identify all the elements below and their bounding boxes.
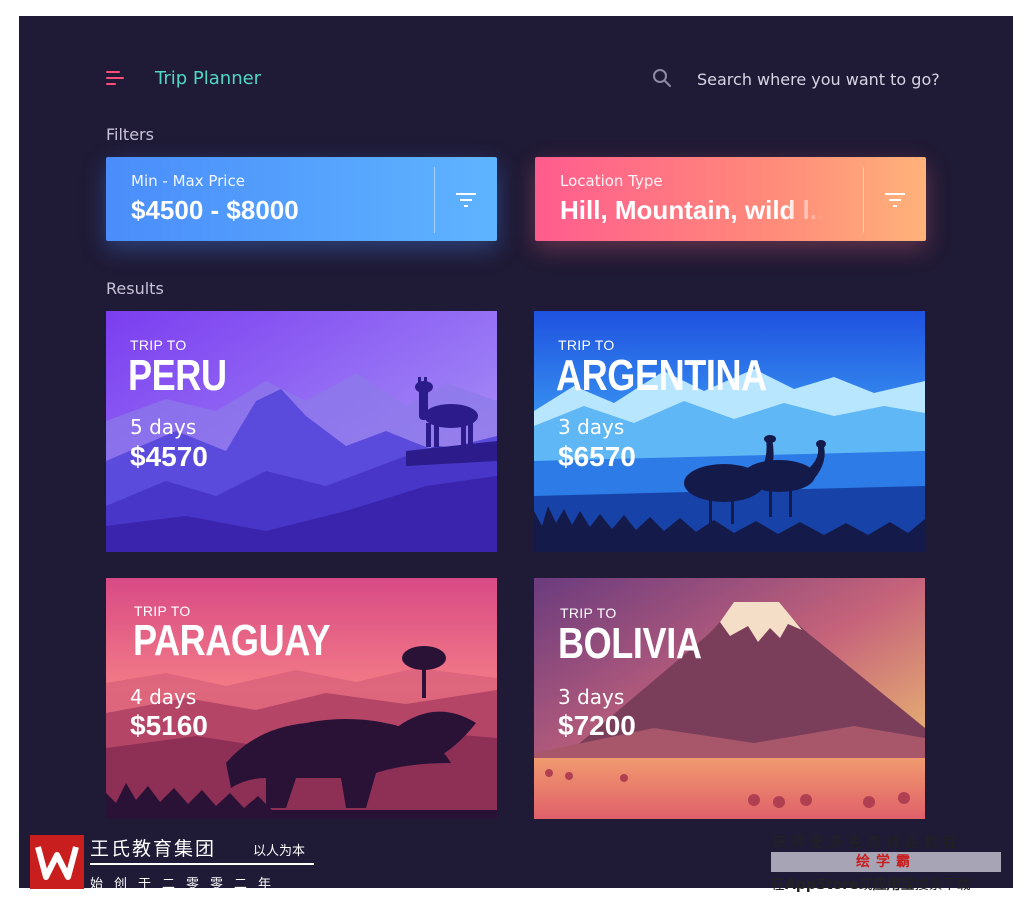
trip-duration: 5 days xyxy=(130,415,197,439)
trip-card-paraguay[interactable]: TRIP TO PARAGUAY 4 days $5160 xyxy=(106,578,497,819)
country-name: PERU xyxy=(128,351,227,400)
trip-price: $4570 xyxy=(130,441,208,472)
location-type-filter[interactable]: Location Type Hill, Mountain, wild l.. xyxy=(535,157,926,241)
watermark-rule xyxy=(90,863,314,865)
trip-price: $5160 xyxy=(130,710,208,741)
trip-card-argentina[interactable]: TRIP TO ARGENTINA 3 days $6570 xyxy=(534,311,925,552)
results-heading: Results xyxy=(106,279,164,298)
trip-card-peru[interactable]: TRIP TO PERU 5 days $4570 xyxy=(106,311,497,552)
filter-divider xyxy=(434,167,435,233)
watermark-motto: 以人为本 xyxy=(253,844,306,859)
filter-divider xyxy=(863,167,864,233)
location-filter-value: Hill, Mountain, wild l.. xyxy=(560,195,825,225)
logo xyxy=(30,835,84,889)
trip-price: $6570 xyxy=(558,441,636,472)
country-name: PARAGUAY xyxy=(133,616,331,665)
trip-card-bolivia[interactable]: TRIP TO BOLIVIA 3 days $7200 xyxy=(534,578,925,819)
menu-icon[interactable] xyxy=(106,71,124,85)
watermark-left: 王氏教育集团 以人为本 始创于二零零二年 xyxy=(30,835,320,895)
app-title: Trip Planner xyxy=(155,68,262,89)
trip-duration: 3 days xyxy=(558,415,625,439)
trip-price: $7200 xyxy=(558,710,636,741)
country-name: BOLIVIA xyxy=(558,619,702,668)
trip-planner-app: Trip Planner Filters Min - Max Price $45… xyxy=(19,16,1013,888)
location-filter-label: Location Type xyxy=(560,172,663,190)
watermark-promo: 获得更多免费精品教程 xyxy=(772,835,962,851)
price-filter[interactable]: Min - Max Price $4500 - $8000 xyxy=(106,157,497,241)
filter-icon[interactable] xyxy=(456,193,476,207)
watermark-subtitle: 始创于二零零二年 xyxy=(90,877,283,892)
trip-duration: 3 days xyxy=(558,685,625,709)
price-filter-value: $4500 - $8000 xyxy=(131,195,299,225)
filter-icon[interactable] xyxy=(885,193,905,207)
search-input[interactable] xyxy=(697,68,947,90)
search-icon[interactable] xyxy=(652,68,672,88)
country-name: ARGENTINA xyxy=(556,351,767,400)
watermark-brand: 绘学霸 xyxy=(771,852,1001,872)
watermark-right: 获得更多免费精品教程 绘学霸 在AppStore或应用宝搜索下载 xyxy=(770,832,1006,893)
filters-heading: Filters xyxy=(106,125,154,144)
watermark-title: 王氏教育集团 xyxy=(90,838,217,860)
watermark-download-text: 在AppStore或应用宝搜索下载 xyxy=(771,877,971,893)
price-filter-label: Min - Max Price xyxy=(131,172,245,190)
trip-duration: 4 days xyxy=(130,685,197,709)
